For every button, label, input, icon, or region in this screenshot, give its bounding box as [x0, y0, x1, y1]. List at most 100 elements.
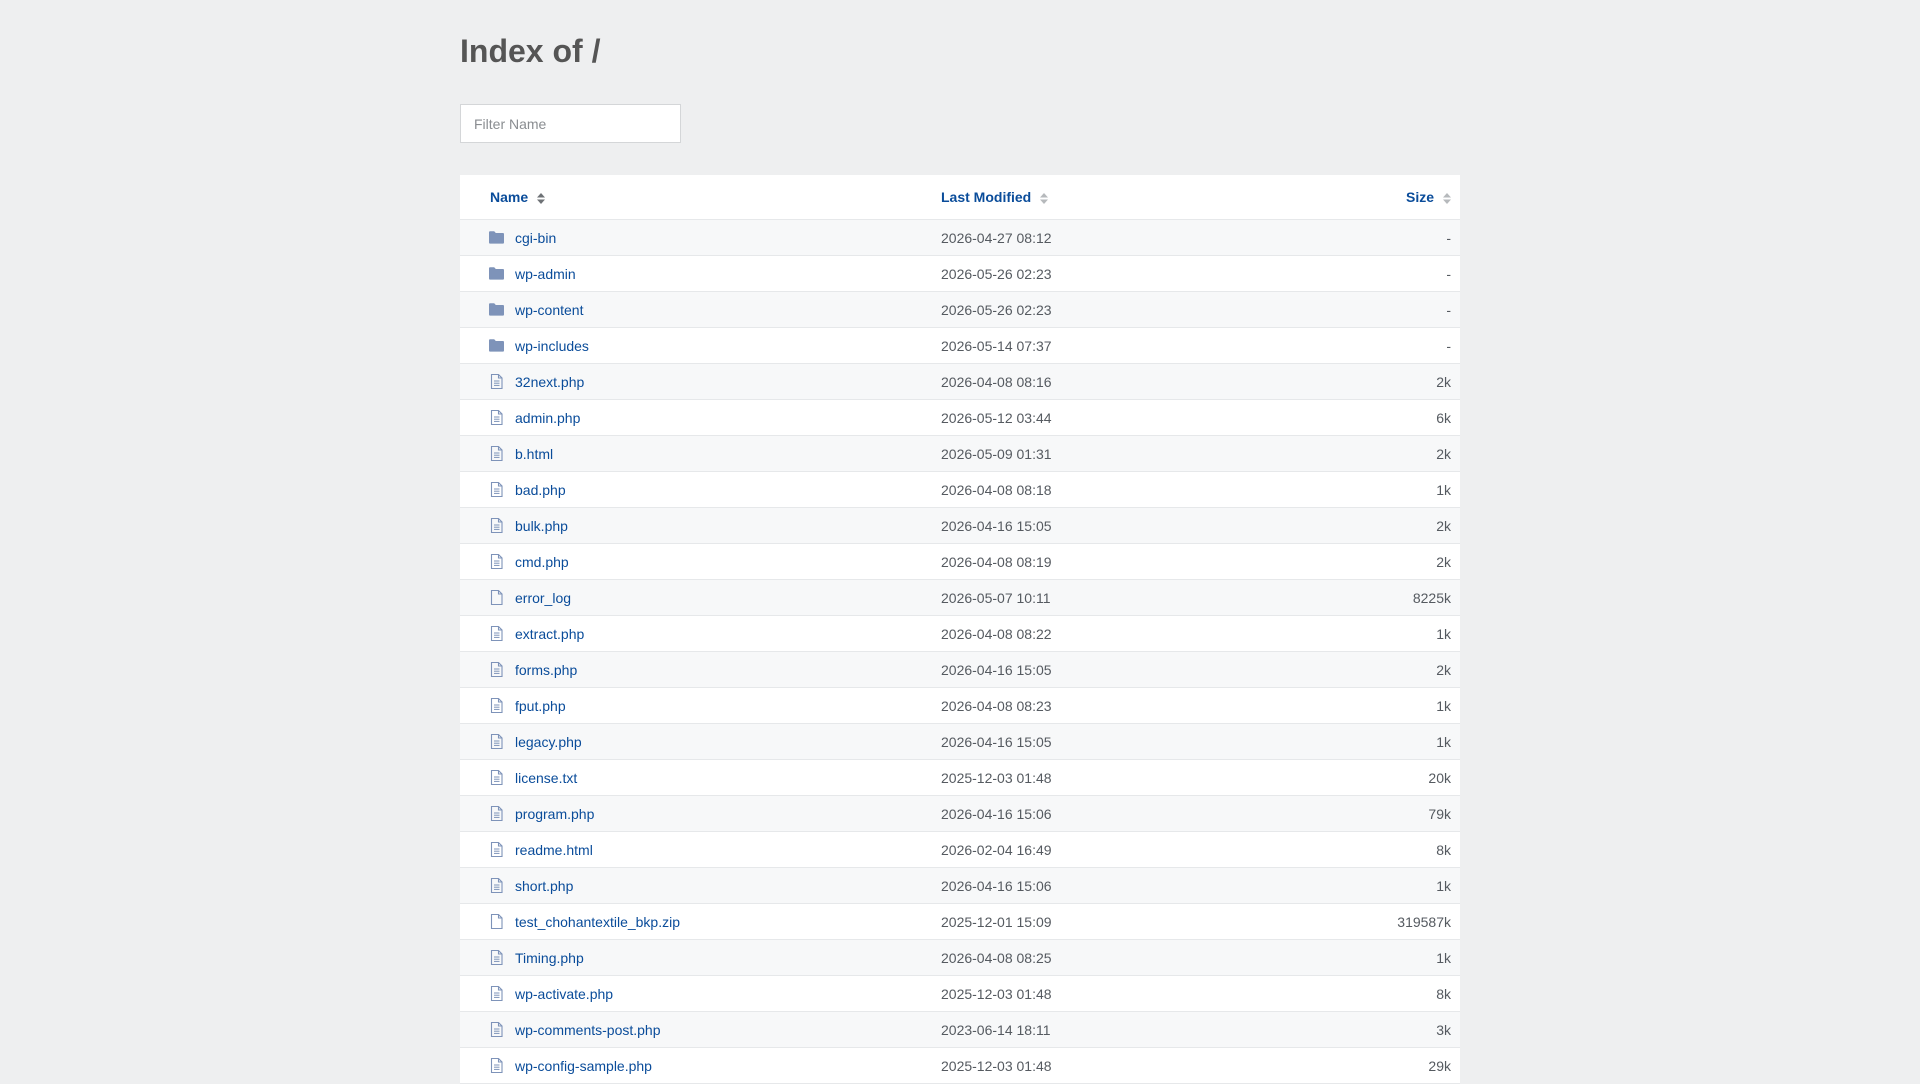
file-link[interactable]: cmd.php	[515, 554, 569, 570]
file-size: -	[1446, 230, 1451, 246]
file-link[interactable]: bad.php	[515, 482, 566, 498]
table-row: Timing.php 2026-04-08 08:25 1k	[460, 940, 1460, 976]
file-link[interactable]: extract.php	[515, 626, 584, 642]
folder-icon	[489, 231, 504, 244]
file-size: 1k	[1436, 950, 1451, 966]
modified-date: 2026-04-08 08:23	[941, 698, 1052, 714]
modified-date: 2026-04-27 08:12	[941, 230, 1052, 246]
file-link[interactable]: wp-admin	[515, 266, 576, 282]
modified-column-label: Last Modified	[941, 189, 1032, 205]
text-file-icon	[490, 877, 503, 894]
file-size: -	[1446, 266, 1451, 282]
table-row: readme.html 2026-02-04 16:49 8k	[460, 832, 1460, 868]
file-link[interactable]: wp-comments-post.php	[515, 1022, 661, 1038]
text-file-icon	[490, 409, 503, 426]
modified-date: 2026-02-04 16:49	[941, 842, 1052, 858]
modified-date: 2026-04-16 15:05	[941, 518, 1052, 534]
text-file-icon	[490, 841, 503, 858]
text-file-icon	[490, 697, 503, 714]
file-link[interactable]: wp-content	[515, 302, 583, 318]
file-size: 2k	[1436, 374, 1451, 390]
sort-by-modified-link[interactable]: Last Modified	[941, 189, 1049, 205]
file-link[interactable]: wp-activate.php	[515, 986, 613, 1002]
modified-date: 2025-12-01 15:09	[941, 914, 1052, 930]
file-size: 3k	[1436, 1022, 1451, 1038]
file-link[interactable]: readme.html	[515, 842, 593, 858]
file-link[interactable]: wp-includes	[515, 338, 589, 354]
text-file-icon	[490, 661, 503, 678]
modified-date: 2026-05-14 07:37	[941, 338, 1052, 354]
folder-icon	[489, 339, 504, 352]
file-link[interactable]: wp-config-sample.php	[515, 1058, 652, 1074]
file-size: 29k	[1428, 1058, 1451, 1074]
file-size: 2k	[1436, 446, 1451, 462]
table-row: admin.php 2026-05-12 03:44 6k	[460, 400, 1460, 436]
file-link[interactable]: 32next.php	[515, 374, 584, 390]
table-row: program.php 2026-04-16 15:06 79k	[460, 796, 1460, 832]
table-row: wp-includes 2026-05-14 07:37 -	[460, 328, 1460, 364]
file-link[interactable]: cgi-bin	[515, 230, 556, 246]
folder-icon	[489, 267, 504, 280]
file-size: 8k	[1436, 986, 1451, 1002]
file-link[interactable]: Timing.php	[515, 950, 584, 966]
filter-name-input[interactable]	[460, 104, 681, 143]
text-file-icon	[490, 553, 503, 570]
file-size: 1k	[1436, 698, 1451, 714]
table-row: error_log 2026-05-07 10:11 8225k	[460, 580, 1460, 616]
file-size: 6k	[1436, 410, 1451, 426]
text-file-icon	[490, 769, 503, 786]
file-icon	[490, 589, 503, 606]
file-link[interactable]: short.php	[515, 878, 573, 894]
modified-date: 2026-04-16 15:06	[941, 878, 1052, 894]
table-row: wp-activate.php 2025-12-03 01:48 8k	[460, 976, 1460, 1012]
table-row: legacy.php 2026-04-16 15:05 1k	[460, 724, 1460, 760]
file-size: -	[1446, 302, 1451, 318]
file-size: 1k	[1436, 878, 1451, 894]
file-link[interactable]: bulk.php	[515, 518, 568, 534]
text-file-icon	[490, 481, 503, 498]
modified-date: 2025-12-03 01:48	[941, 1058, 1052, 1074]
table-row: cgi-bin 2026-04-27 08:12 -	[460, 220, 1460, 256]
modified-date: 2026-04-16 15:06	[941, 806, 1052, 822]
modified-date: 2026-04-08 08:25	[941, 950, 1052, 966]
modified-date: 2026-04-08 08:19	[941, 554, 1052, 570]
modified-date: 2026-04-08 08:18	[941, 482, 1052, 498]
file-link[interactable]: program.php	[515, 806, 594, 822]
sort-by-size-link[interactable]: Size	[1406, 189, 1451, 205]
text-file-icon	[490, 517, 503, 534]
table-row: wp-config-sample.php 2025-12-03 01:48 29k	[460, 1048, 1460, 1084]
modified-date: 2026-04-08 08:22	[941, 626, 1052, 642]
table-row: fput.php 2026-04-08 08:23 1k	[460, 688, 1460, 724]
file-link[interactable]: admin.php	[515, 410, 580, 426]
file-table: Name Last Modified Size cgi-bin 2026-04-…	[460, 175, 1460, 1084]
modified-date: 2026-05-26 02:23	[941, 302, 1052, 318]
file-link[interactable]: forms.php	[515, 662, 577, 678]
file-link[interactable]: license.txt	[515, 770, 577, 786]
modified-date: 2025-12-03 01:48	[941, 986, 1052, 1002]
text-file-icon	[490, 1021, 503, 1038]
file-link[interactable]: b.html	[515, 446, 553, 462]
table-row: b.html 2026-05-09 01:31 2k	[460, 436, 1460, 472]
file-size: 2k	[1436, 518, 1451, 534]
table-row: test_chohantextile_bkp.zip 2025-12-01 15:…	[460, 904, 1460, 940]
text-file-icon	[490, 805, 503, 822]
file-size: 79k	[1428, 806, 1451, 822]
text-file-icon	[490, 1057, 503, 1074]
file-link[interactable]: error_log	[515, 590, 571, 606]
folder-icon	[489, 303, 504, 316]
file-size: 2k	[1436, 662, 1451, 678]
file-link[interactable]: fput.php	[515, 698, 566, 714]
table-header: Name Last Modified Size	[460, 175, 1460, 220]
table-row: bad.php 2026-04-08 08:18 1k	[460, 472, 1460, 508]
file-link[interactable]: legacy.php	[515, 734, 582, 750]
file-link[interactable]: test_chohantextile_bkp.zip	[515, 914, 680, 930]
table-row: short.php 2026-04-16 15:06 1k	[460, 868, 1460, 904]
text-file-icon	[490, 625, 503, 642]
sort-arrows-icon	[1443, 193, 1451, 204]
table-row: forms.php 2026-04-16 15:05 2k	[460, 652, 1460, 688]
text-file-icon	[490, 733, 503, 750]
text-file-icon	[490, 985, 503, 1002]
sort-by-name-link[interactable]: Name	[490, 189, 546, 205]
file-size: 319587k	[1397, 914, 1451, 930]
text-file-icon	[490, 949, 503, 966]
